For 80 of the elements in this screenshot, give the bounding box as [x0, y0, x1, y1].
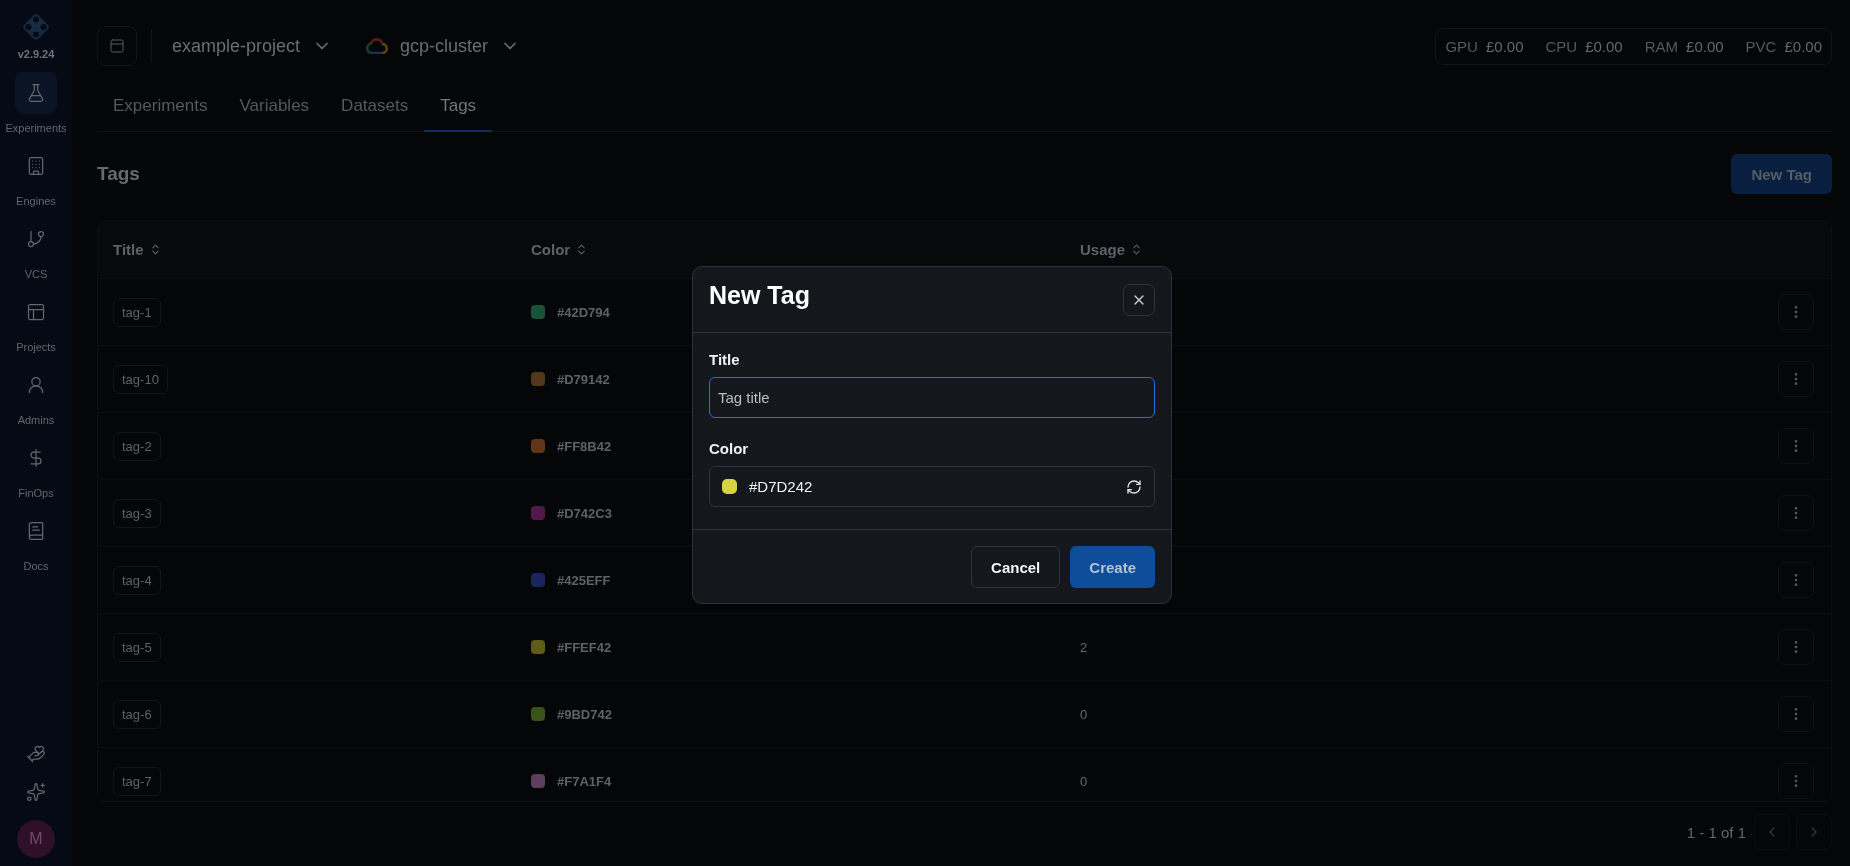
pagination-label: 1 - 1 of 1 — [1686, 823, 1746, 841]
usage-count: 0 — [1080, 706, 1088, 722]
color-code: #FFEF42 — [557, 639, 612, 655]
row-menu-button[interactable] — [1778, 294, 1814, 330]
cost-value: £0.00 — [1485, 37, 1524, 55]
row-menu-button[interactable] — [1778, 495, 1814, 531]
cost-value: £0.00 — [1585, 37, 1623, 55]
sparkles-icon[interactable] — [26, 782, 46, 802]
tab[interactable]: Tags — [424, 92, 493, 132]
column-header[interactable]: Color — [531, 241, 589, 258]
sidebar-item[interactable]: Experiments — [5, 72, 67, 134]
title-input[interactable]: Tag title — [709, 377, 1155, 418]
flask-icon — [26, 83, 46, 103]
sidebar-item[interactable]: VCS — [15, 218, 57, 280]
refresh-button[interactable] — [1126, 478, 1142, 495]
usage-count: 2 — [1080, 639, 1088, 655]
row-menu-button[interactable] — [1778, 428, 1814, 464]
create-button[interactable]: Create — [1070, 546, 1155, 588]
sidebar-item[interactable]: FinOps — [15, 437, 57, 499]
hand-heart-icon[interactable] — [26, 744, 46, 764]
cancel-button[interactable]: Cancel — [971, 546, 1061, 588]
row-menu-button[interactable] — [1778, 361, 1814, 397]
color-code: #F7A1F4 — [557, 773, 612, 789]
color-code: #D79142 — [557, 371, 610, 387]
color-code: #425EFF — [557, 572, 611, 588]
branch-icon — [26, 229, 46, 249]
next-page-button[interactable] — [1796, 814, 1832, 850]
close-button[interactable] — [1123, 284, 1155, 316]
sidebar-item[interactable]: Docs — [15, 510, 57, 572]
cost-label: CPU — [1545, 37, 1578, 55]
dialog-title: New Tag — [709, 281, 810, 310]
tag-chip: tag-7 — [113, 766, 161, 796]
color-code: #FF8B42 — [557, 438, 612, 454]
tab[interactable]: Variables — [223, 92, 326, 132]
tab[interactable]: Experiments — [97, 92, 224, 132]
sidebar-item[interactable]: Engines — [15, 145, 57, 207]
color-code: #42D794 — [557, 304, 610, 320]
row-menu-button[interactable] — [1778, 696, 1814, 732]
book-icon — [26, 521, 46, 541]
field-label: Color — [709, 440, 750, 457]
column-header[interactable]: Usage — [1080, 241, 1144, 258]
sidebar-item[interactable]: Admins — [15, 364, 57, 426]
cost-value: £0.00 — [1686, 37, 1724, 55]
color-field[interactable]: #D7D242 — [709, 466, 1155, 507]
tag-chip: tag-1 — [113, 297, 161, 327]
version-label: v2.9.24 — [17, 48, 55, 60]
cost-label: PVC — [1745, 37, 1777, 55]
building-icon — [26, 156, 46, 176]
cloud-icon — [366, 38, 389, 54]
row-menu-button[interactable] — [1778, 763, 1814, 799]
refresh-icon — [1126, 478, 1142, 495]
color-code: #D742C3 — [557, 505, 612, 521]
project-select[interactable]: example-project — [166, 35, 347, 57]
cluster-select[interactable]: gcp-cluster — [360, 35, 535, 57]
cost-label: RAM — [1644, 37, 1679, 55]
panel-toggle-button[interactable] — [97, 26, 137, 66]
color-code: #9BD742 — [557, 706, 612, 722]
cost-label: GPU — [1445, 37, 1478, 55]
layout-icon — [26, 302, 46, 322]
cost-value: £0.00 — [1784, 37, 1822, 55]
tag-chip: tag-5 — [113, 632, 161, 662]
row-menu-button[interactable] — [1778, 629, 1814, 665]
color-value: #D7D242 — [749, 478, 814, 495]
new-tag-button[interactable]: New Tag — [1731, 154, 1832, 194]
field-label: Title — [709, 351, 741, 368]
page-title: Tags — [97, 163, 140, 185]
sidebar-item[interactable]: Projects — [15, 291, 57, 353]
panel-icon — [109, 38, 125, 54]
row-menu-button[interactable] — [1778, 562, 1814, 598]
previous-page-button[interactable] — [1754, 814, 1790, 850]
tag-chip: tag-4 — [113, 565, 161, 595]
usage-count: 0 — [1080, 773, 1088, 789]
tag-chip: tag-3 — [113, 498, 161, 528]
tag-chip: tag-6 — [113, 699, 161, 729]
user-icon — [26, 375, 46, 395]
tab[interactable]: Datasets — [325, 92, 425, 132]
tag-chip: tag-10 — [113, 364, 168, 394]
tag-chip: tag-2 — [113, 431, 161, 461]
column-header[interactable]: Title — [113, 241, 162, 258]
user-avatar[interactable]: M — [17, 820, 55, 858]
